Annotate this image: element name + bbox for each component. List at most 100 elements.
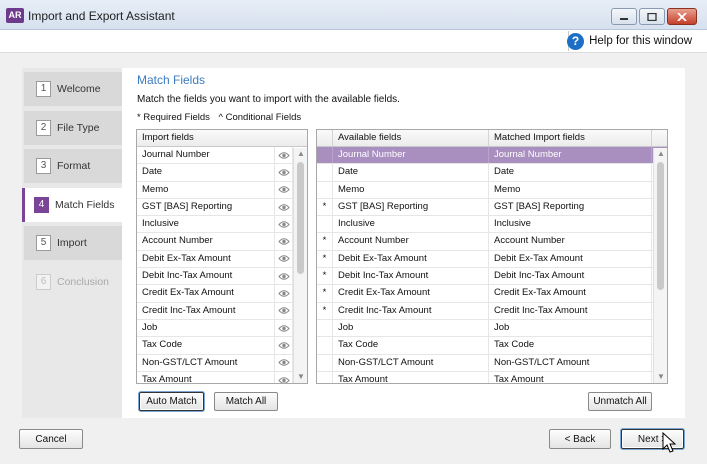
- available-field-name: Tax Code: [333, 337, 489, 354]
- table-row[interactable]: Tax Code: [137, 337, 307, 355]
- step-number: 2: [36, 120, 51, 136]
- cancel-button[interactable]: Cancel: [19, 429, 83, 449]
- unmatch-all-button[interactable]: Unmatch All: [588, 392, 652, 411]
- table-row[interactable]: Tax Code Tax Code: [317, 337, 667, 355]
- table-row[interactable]: * Credit Ex-Tax Amount Credit Ex-Tax Amoun…: [317, 285, 667, 303]
- preview-eye-icon[interactable]: [275, 216, 293, 233]
- preview-eye-icon[interactable]: [275, 285, 293, 302]
- table-row[interactable]: Journal Number: [137, 147, 307, 165]
- matched-import-field: Credit Ex-Tax Amount: [489, 285, 652, 302]
- close-button[interactable]: [667, 8, 697, 25]
- matched-import-field: Job: [489, 319, 652, 337]
- preview-eye-icon[interactable]: [275, 181, 293, 198]
- table-row[interactable]: * Account Number Account Number: [317, 233, 667, 251]
- step-file-type[interactable]: 2 File Type: [24, 111, 122, 145]
- required-marker: *: [317, 250, 333, 268]
- step-welcome[interactable]: 1 Welcome: [24, 72, 122, 106]
- preview-eye-icon[interactable]: [275, 233, 293, 250]
- import-field-name: Debit Ex-Tax Amount: [137, 250, 275, 268]
- match-fields-panel: Match Fields Match the fields you want t…: [122, 68, 685, 418]
- matched-import-field: Account Number: [489, 233, 652, 250]
- import-field-name: Debit Inc-Tax Amount: [137, 268, 275, 285]
- table-row[interactable]: Tax Amount: [137, 371, 307, 383]
- step-label: Conclusion: [57, 276, 109, 288]
- table-row[interactable]: Date Date: [317, 164, 667, 182]
- import-fields-grid[interactable]: Import fields Journal Number Date Memo GST …: [136, 129, 308, 384]
- table-row[interactable]: Tax Amount Tax Amount: [317, 371, 667, 383]
- preview-eye-icon[interactable]: [275, 250, 293, 268]
- preview-eye-icon[interactable]: [275, 164, 293, 181]
- help-link[interactable]: ? Help for this window: [567, 31, 692, 51]
- table-row[interactable]: Credit Ex-Tax Amount: [137, 285, 307, 303]
- preview-eye-icon[interactable]: [275, 198, 293, 216]
- field-legend: * Required Fields ^ Conditional Fields: [137, 112, 307, 123]
- step-label: File Type: [57, 122, 100, 134]
- import-field-name: Inclusive: [137, 216, 275, 233]
- table-row[interactable]: Non-GST/LCT Amount: [137, 354, 307, 372]
- table-row[interactable]: Inclusive Inclusive: [317, 216, 667, 234]
- table-row[interactable]: * Credit Inc-Tax Amount Credit Inc-Tax Amo…: [317, 302, 667, 320]
- table-row[interactable]: Credit Inc-Tax Amount: [137, 302, 307, 320]
- column-header-import-fields[interactable]: Import fields: [137, 130, 307, 146]
- maximize-icon: [647, 13, 657, 21]
- maximize-button[interactable]: [639, 8, 665, 25]
- scrollbar-thumb[interactable]: [297, 162, 304, 274]
- preview-eye-icon[interactable]: [275, 371, 293, 383]
- help-icon: ?: [567, 32, 585, 50]
- matched-import-field: Date: [489, 164, 652, 181]
- legend-conditional: ^ Conditional Fields: [218, 112, 302, 123]
- available-field-name: Memo: [333, 181, 489, 198]
- table-row[interactable]: Memo: [137, 181, 307, 199]
- table-row[interactable]: * Debit Inc-Tax Amount Debit Inc-Tax Amoun…: [317, 268, 667, 286]
- required-marker: *: [317, 285, 333, 302]
- column-header-available-fields[interactable]: Available fields: [333, 130, 489, 146]
- back-button[interactable]: < Back: [549, 429, 611, 449]
- table-row[interactable]: GST [BAS] Reporting: [137, 198, 307, 217]
- table-row[interactable]: Account Number: [137, 233, 307, 251]
- match-all-button[interactable]: Match All: [214, 392, 278, 411]
- table-row[interactable]: Debit Ex-Tax Amount: [137, 250, 307, 269]
- step-label: Welcome: [57, 83, 101, 95]
- preview-eye-icon[interactable]: [275, 319, 293, 337]
- scroll-down-arrow-icon[interactable]: ▼: [294, 371, 307, 383]
- scroll-down-arrow-icon[interactable]: ▼: [654, 371, 667, 383]
- available-fields-grid[interactable]: Available fields Matched Import fields J…: [316, 129, 668, 384]
- preview-eye-icon[interactable]: [275, 268, 293, 285]
- table-row[interactable]: Inclusive: [137, 216, 307, 234]
- import-grid-scrollbar[interactable]: ▲ ▼: [293, 148, 307, 383]
- table-row[interactable]: Memo Memo: [317, 181, 667, 199]
- preview-eye-icon[interactable]: [275, 147, 293, 164]
- table-row[interactable]: Job Job: [317, 319, 667, 338]
- import-field-name: Memo: [137, 181, 275, 198]
- preview-eye-icon[interactable]: [275, 354, 293, 371]
- table-row[interactable]: * GST [BAS] Reporting GST [BAS] Reporting: [317, 198, 667, 217]
- minimize-button[interactable]: [611, 8, 637, 25]
- matched-import-field: Tax Amount: [489, 371, 652, 383]
- available-grid-scrollbar[interactable]: ▲ ▼: [653, 148, 667, 383]
- table-row[interactable]: Non-GST/LCT Amount Non-GST/LCT Amount: [317, 354, 667, 372]
- table-row[interactable]: Job: [137, 319, 307, 338]
- table-row[interactable]: Journal Number Journal Number: [317, 147, 667, 165]
- table-row[interactable]: * Debit Ex-Tax Amount Debit Ex-Tax Amount: [317, 250, 667, 269]
- next-button[interactable]: Next >: [621, 429, 684, 449]
- step-import[interactable]: 5 Import: [24, 226, 122, 260]
- scroll-up-arrow-icon[interactable]: ▲: [654, 148, 667, 160]
- table-row[interactable]: Debit Inc-Tax Amount: [137, 268, 307, 286]
- available-field-name: GST [BAS] Reporting: [333, 198, 489, 216]
- table-row[interactable]: Date: [137, 164, 307, 182]
- matched-import-field: Credit Inc-Tax Amount: [489, 302, 652, 319]
- column-header-matched-import-fields[interactable]: Matched Import fields: [489, 130, 652, 146]
- app-logo: AR: [6, 8, 24, 23]
- step-match-fields[interactable]: 4 Match Fields: [22, 188, 125, 222]
- preview-eye-icon[interactable]: [275, 337, 293, 354]
- matched-import-field: GST [BAS] Reporting: [489, 198, 652, 216]
- scroll-up-arrow-icon[interactable]: ▲: [294, 148, 307, 160]
- auto-match-button[interactable]: Auto Match: [139, 392, 204, 411]
- required-marker: *: [317, 302, 333, 319]
- matched-import-field: Inclusive: [489, 216, 652, 233]
- preview-eye-icon[interactable]: [275, 302, 293, 319]
- step-format[interactable]: 3 Format: [24, 149, 122, 183]
- import-fields-rows: Journal Number Date Memo GST [BAS] Reportin…: [137, 147, 307, 383]
- matched-import-field: Debit Inc-Tax Amount: [489, 268, 652, 285]
- scrollbar-thumb[interactable]: [657, 162, 664, 290]
